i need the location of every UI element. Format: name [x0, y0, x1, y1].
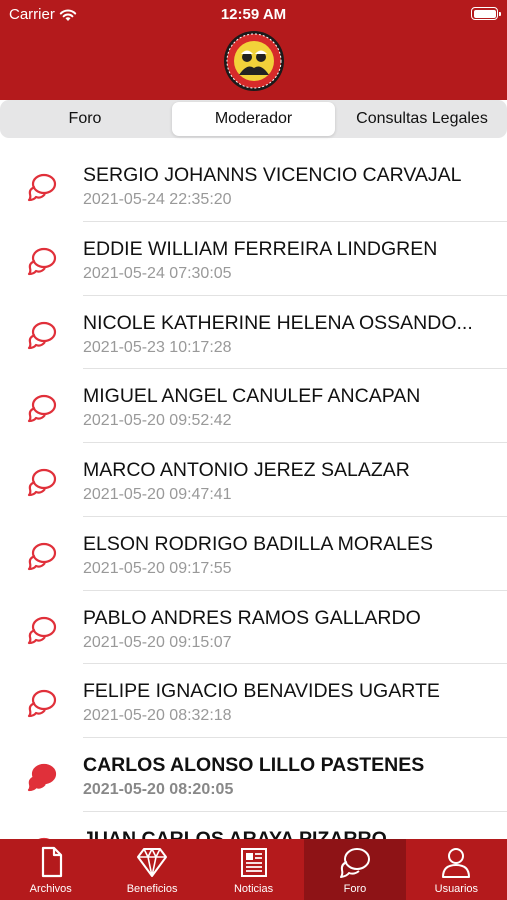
thread-author: SERGIO JOHANNS VICENCIO CARVAJAL: [83, 164, 462, 186]
tab-archivos-label: Archivos: [29, 883, 72, 895]
thread-timestamp: 2021-05-20 08:32:18: [83, 707, 232, 725]
thread-author: ELSON RODRIGO BADILLA MORALES: [83, 532, 434, 555]
thread-row[interactable]: MARCO ANTONIO JEREZ SALAZAR 2021-05-20 09…: [0, 443, 507, 517]
tab-usuarios-label: Usuarios: [434, 883, 479, 895]
chat-bubbles-icon: [27, 247, 57, 275]
thread-timestamp: 2021-05-20 09:15:07: [83, 633, 232, 651]
thread-author: EDDIE WILLIAM FERREIRA LINDGREN: [83, 237, 438, 260]
chat-bubbles-icon: [339, 848, 370, 878]
thread-timestamp: 2021-05-24 07:30:05: [83, 264, 232, 282]
thread-row[interactable]: PABLO ANDRES RAMOS GALLARDO 2021-05-20 09…: [0, 591, 507, 665]
thread-row[interactable]: CARLOS ALONSO LILLO PASTENES 2021-05-20 0…: [0, 738, 507, 812]
chat-bubbles-icon: [27, 468, 57, 497]
tab-noticias[interactable]: Noticias: [203, 839, 304, 900]
thread-timestamp: 2021-05-20 08:20:05: [83, 781, 234, 798]
chat-bubbles-icon: [27, 616, 57, 644]
section-segmented-control: Foro Moderador Consultas Legales: [0, 100, 507, 138]
thread-author: CARLOS ALONSO LILLO PASTENES: [83, 754, 425, 776]
thread-timestamp: 2021-05-24 22:35:20: [83, 191, 232, 208]
tab-foro[interactable]: Foro: [304, 839, 406, 900]
thread-timestamp: 2021-05-23 10:17:28: [83, 338, 232, 356]
user-icon: [442, 848, 471, 878]
thread-row[interactable]: EDDIE WILLIAM FERREIRA LINDGREN 2021-05-2…: [0, 222, 507, 296]
app-header: Carrier 12:59 AM: [0, 0, 507, 100]
thread-row[interactable]: MIGUEL ANGEL CANULEF ANCAPAN 2021-05-20 0…: [0, 369, 507, 443]
status-time: 12:59 AM: [220, 6, 287, 23]
battery-icon: [471, 7, 501, 20]
thread-author: MIGUEL ANGEL CANULEF ANCAPAN: [83, 385, 421, 408]
thread-timestamp: 2021-05-20 09:52:42: [83, 412, 232, 430]
document-icon: [41, 846, 62, 878]
tab-bar: Archivos Beneficios Noticias Foro Usuari…: [0, 839, 507, 900]
chat-bubbles-icon: [27, 173, 57, 202]
chat-bubbles-icon: [27, 321, 57, 349]
thread-author: PABLO ANDRES RAMOS GALLARDO: [83, 606, 421, 629]
thread-row[interactable]: SERGIO JOHANNS VICENCIO CARVAJAL 2021-05-…: [0, 148, 507, 222]
tab-beneficios[interactable]: Beneficios: [101, 839, 202, 900]
status-bar: Carrier 12:59 AM: [0, 0, 507, 28]
newspaper-icon: [240, 848, 267, 877]
thread-author: JUAN CARLOS ARAYA PIZARRO: [83, 827, 387, 839]
chat-bubbles-icon: [27, 690, 57, 718]
tab-usuarios[interactable]: Usuarios: [406, 839, 507, 900]
chat-bubbles-icon: [27, 542, 57, 570]
chat-bubbles-icon: [27, 395, 57, 423]
diamond-icon: [137, 848, 168, 877]
tab-beneficios-label: Beneficios: [126, 883, 178, 895]
segment-consultas-legales[interactable]: Consultas Legales: [339, 102, 505, 136]
thread-author: NICOLE KATHERINE HELENA OSSANDO...: [83, 311, 473, 334]
thread-row[interactable]: ELSON RODRIGO BADILLA MORALES 2021-05-20 …: [0, 517, 507, 591]
thread-timestamp: 2021-05-20 09:17:55: [83, 559, 232, 577]
union-logo: [224, 31, 284, 91]
segment-foro[interactable]: Foro: [2, 102, 168, 136]
thread-author: MARCO ANTONIO JEREZ SALAZAR: [83, 459, 410, 481]
chat-bubbles-icon: [27, 763, 57, 792]
thread-timestamp: 2021-05-20 09:47:41: [83, 486, 232, 503]
tab-foro-label: Foro: [343, 883, 367, 895]
segment-moderador[interactable]: Moderador: [172, 102, 335, 136]
tab-noticias-label: Noticias: [233, 883, 274, 895]
thread-row[interactable]: JUAN CARLOS ARAYA PIZARRO: [0, 812, 507, 839]
thread-row[interactable]: NICOLE KATHERINE HELENA OSSANDO... 2021-0…: [0, 296, 507, 370]
thread-row[interactable]: FELIPE IGNACIO BENAVIDES UGARTE 2021-05-2…: [0, 664, 507, 738]
thread-list: SERGIO JOHANNS VICENCIO CARVAJAL 2021-05-…: [0, 148, 507, 839]
thread-author: FELIPE IGNACIO BENAVIDES UGARTE: [83, 680, 440, 703]
tab-archivos[interactable]: Archivos: [0, 839, 101, 900]
